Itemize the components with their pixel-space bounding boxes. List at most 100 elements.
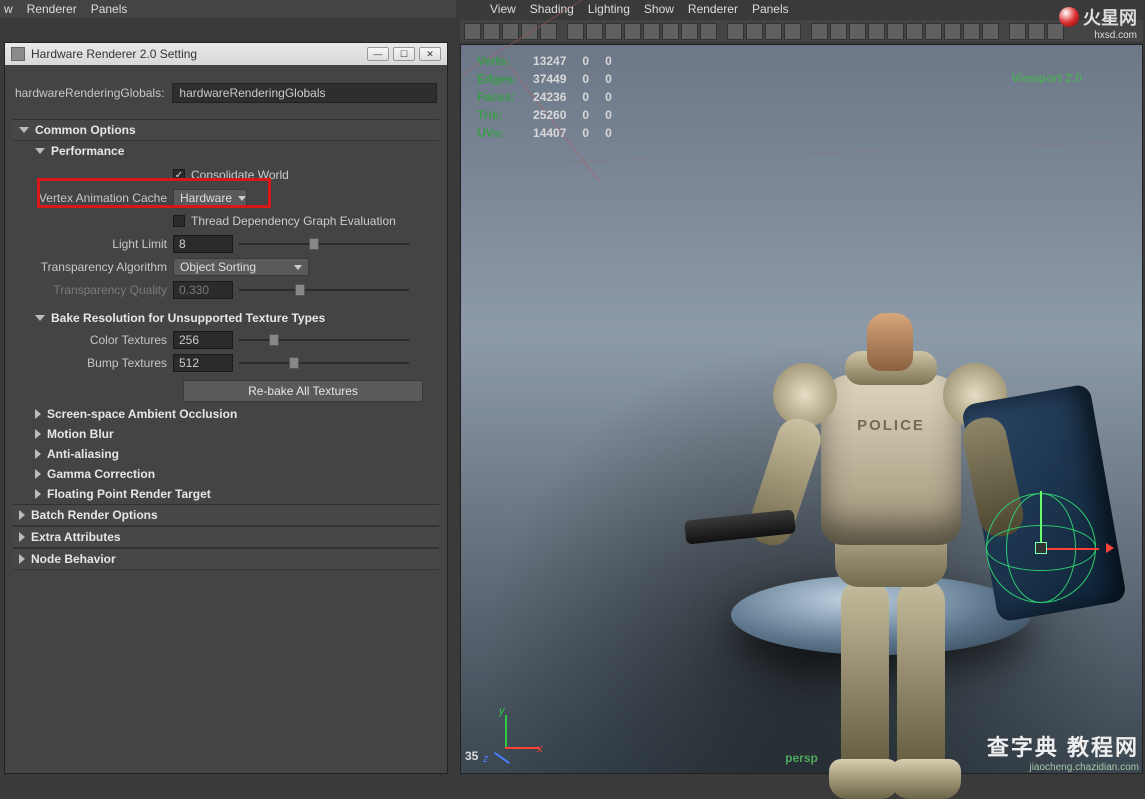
window-title: Hardware Renderer 2.0 Setting xyxy=(31,47,197,61)
menu-item[interactable]: Renderer xyxy=(688,2,738,16)
toolbar-icon[interactable] xyxy=(502,23,519,40)
toolbar-icon[interactable] xyxy=(727,23,744,40)
close-button[interactable]: ✕ xyxy=(419,47,441,61)
toolbar-icon[interactable] xyxy=(662,23,679,40)
viewport-menubar: View Shading Lighting Show Renderer Pane… xyxy=(490,0,789,18)
section-collapsed[interactable]: Screen-space Ambient Occlusion xyxy=(13,404,439,424)
hardware-renderer-settings-window: Hardware Renderer 2.0 Setting — ☐ ✕ hard… xyxy=(4,42,448,774)
consolidate-world-checkbox[interactable]: ✓ xyxy=(173,169,185,181)
toolbar-icon[interactable] xyxy=(925,23,942,40)
toolbar-icon[interactable] xyxy=(906,23,923,40)
section-collapsed[interactable]: Floating Point Render Target xyxy=(13,484,439,504)
section-performance[interactable]: Performance xyxy=(13,141,439,161)
section-bake-resolution[interactable]: Bake Resolution for Unsupported Texture … xyxy=(13,308,439,328)
chevron-down-icon xyxy=(294,265,302,270)
panel-menubar: w Renderer Panels xyxy=(0,0,456,18)
app-icon xyxy=(11,47,25,61)
character-mesh[interactable] xyxy=(591,165,971,685)
window-titlebar[interactable]: Hardware Renderer 2.0 Setting — ☐ ✕ xyxy=(5,43,447,65)
toolbar-icon[interactable] xyxy=(887,23,904,40)
chevron-right-icon xyxy=(35,429,41,439)
menu-item[interactable]: Panels xyxy=(752,2,789,16)
hud-frame-number: 35 xyxy=(465,749,478,763)
section-collapsed[interactable]: Node Behavior xyxy=(13,548,439,570)
toolbar-icon[interactable] xyxy=(643,23,660,40)
chevron-right-icon xyxy=(35,469,41,479)
color-textures-slider[interactable] xyxy=(239,331,409,349)
toolbar-icon[interactable] xyxy=(1009,23,1026,40)
transparency-algorithm-label: Transparency Algorithm xyxy=(13,260,173,274)
chevron-right-icon xyxy=(35,489,41,499)
chevron-down-icon xyxy=(19,127,29,133)
viewport-3d[interactable]: Verts:1324700Edges:3744900Faces:2423600T… xyxy=(460,44,1143,774)
transparency-quality-label: Transparency Quality xyxy=(13,283,173,297)
toolbar-icon[interactable] xyxy=(746,23,763,40)
section-collapsed[interactable]: Motion Blur xyxy=(13,424,439,444)
light-limit-input[interactable]: 8 xyxy=(173,235,233,253)
chevron-right-icon xyxy=(35,409,41,419)
toolbar-icon[interactable] xyxy=(811,23,828,40)
menu-item[interactable]: Renderer xyxy=(27,2,77,16)
toolbar-icon[interactable] xyxy=(567,23,584,40)
bump-textures-slider[interactable] xyxy=(239,354,409,372)
view-axis-gizmo: y x z xyxy=(481,709,531,759)
chevron-down-icon xyxy=(238,196,246,201)
toolbar-icon[interactable] xyxy=(849,23,866,40)
toolbar-icon[interactable] xyxy=(586,23,603,40)
thread-dependency-label: Thread Dependency Graph Evaluation xyxy=(191,214,396,228)
toolbar-icon[interactable] xyxy=(963,23,980,40)
chevron-down-icon xyxy=(35,148,45,154)
light-limit-label: Light Limit xyxy=(13,237,173,251)
rebake-all-button[interactable]: Re-bake All Textures xyxy=(183,380,423,402)
viewport-renderer-label: Viewport 2.0 xyxy=(1012,71,1082,85)
chevron-right-icon xyxy=(19,510,25,520)
chevron-down-icon xyxy=(35,315,45,321)
menu-item[interactable]: View xyxy=(490,2,516,16)
toolbar-icon[interactable] xyxy=(681,23,698,40)
minimize-button[interactable]: — xyxy=(367,47,389,61)
hud-camera-name: persp xyxy=(785,751,818,765)
section-common-options[interactable]: Common Options xyxy=(13,119,439,141)
toolbar-icon[interactable] xyxy=(868,23,885,40)
hud-stats: Verts:1324700Edges:3744900Faces:2423600T… xyxy=(475,51,628,143)
toolbar-icon[interactable] xyxy=(765,23,782,40)
chevron-right-icon xyxy=(19,532,25,542)
toolbar-icon[interactable] xyxy=(784,23,801,40)
consolidate-world-label: Consolidate World xyxy=(191,168,289,182)
toolbar-icon[interactable] xyxy=(700,23,717,40)
transparency-quality-input: 0.330 xyxy=(173,281,233,299)
maximize-button[interactable]: ☐ xyxy=(393,47,415,61)
toolbar-icon[interactable] xyxy=(483,23,500,40)
watermark-bottom: 查字典 教程网 jiaocheng.chazidian.com xyxy=(987,730,1139,773)
bump-textures-label: Bump Textures xyxy=(13,356,173,370)
transparency-quality-slider xyxy=(239,281,409,299)
section-collapsed[interactable]: Anti-aliasing xyxy=(13,444,439,464)
toolbar-icon[interactable] xyxy=(624,23,641,40)
chevron-right-icon xyxy=(35,449,41,459)
toolbar-icon[interactable] xyxy=(464,23,481,40)
toolbar-icon[interactable] xyxy=(830,23,847,40)
menu-item[interactable]: Lighting xyxy=(588,2,630,16)
section-collapsed[interactable]: Extra Attributes xyxy=(13,526,439,548)
watermark-top: 火星网 hxsd.com xyxy=(1035,4,1137,41)
thread-dependency-checkbox[interactable] xyxy=(173,215,185,227)
transparency-algorithm-dropdown[interactable]: Object Sorting xyxy=(173,258,309,276)
vertex-animation-cache-dropdown[interactable]: Hardware xyxy=(173,189,247,207)
toolbar-icon[interactable] xyxy=(982,23,999,40)
section-collapsed[interactable]: Gamma Correction xyxy=(13,464,439,484)
light-limit-slider[interactable] xyxy=(239,235,409,253)
menu-item[interactable]: w xyxy=(4,2,13,16)
section-collapsed[interactable]: Batch Render Options xyxy=(13,504,439,526)
menu-item[interactable]: Panels xyxy=(91,2,128,16)
bump-textures-input[interactable]: 512 xyxy=(173,354,233,372)
globals-label: hardwareRenderingGlobals: xyxy=(15,86,164,100)
toolbar-icon[interactable] xyxy=(944,23,961,40)
color-textures-input[interactable]: 256 xyxy=(173,331,233,349)
color-textures-label: Color Textures xyxy=(13,333,173,347)
vac-label: Vertex Animation Cache xyxy=(13,191,173,205)
globals-field[interactable]: hardwareRenderingGlobals xyxy=(172,83,437,103)
chevron-right-icon xyxy=(19,554,25,564)
toolbar-icon[interactable] xyxy=(605,23,622,40)
menu-item[interactable]: Show xyxy=(644,2,674,16)
rotation-gizmo[interactable] xyxy=(976,483,1106,613)
